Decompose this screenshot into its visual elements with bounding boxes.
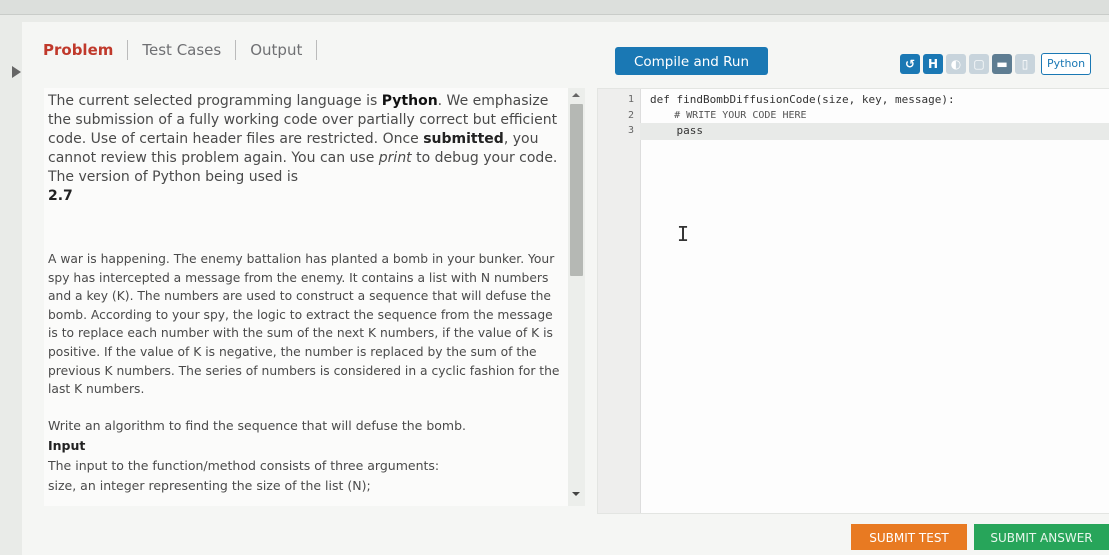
problem-tabs: Problem Test Cases Output (43, 40, 318, 60)
problem-description: A war is happening. The enemy battalion … (48, 252, 560, 397)
instructions-text: The current selected programming languag… (48, 92, 564, 206)
intro-text-1: The current selected programming languag… (48, 93, 382, 109)
intro-submitted: submitted (423, 131, 504, 147)
input-heading: Input (48, 437, 564, 455)
code-editor[interactable]: 1 2 3 def findBombDiffusionCode(size, ke… (597, 88, 1109, 514)
language-select[interactable]: Python (1041, 53, 1092, 75)
intro-print: print (378, 150, 412, 166)
tab-problem[interactable]: Problem (43, 40, 129, 60)
code-line[interactable]: # WRITE YOUR CODE HERE (650, 110, 806, 121)
tab-test-cases[interactable]: Test Cases (128, 40, 237, 60)
editor-toolbar: ↺ H ◐ ▢ ▬ ▯ Python (900, 53, 1092, 75)
layout-side-icon[interactable]: ▯ (1015, 54, 1035, 74)
compile-and-run-button[interactable]: Compile and Run (615, 47, 768, 75)
submit-test-button[interactable]: SUBMIT TEST (851, 524, 967, 550)
active-line-highlight (640, 123, 1109, 140)
scroll-up-icon[interactable] (572, 93, 580, 97)
problem-scrollbar-thumb[interactable] (570, 104, 583, 276)
submit-answer-button[interactable]: SUBMIT ANSWER (974, 524, 1109, 550)
intro-language: Python (381, 93, 438, 109)
theme-icon[interactable]: ◐ (946, 54, 966, 74)
reset-icon[interactable]: ↺ (900, 54, 920, 74)
input-argument-size: size, an integer representing the size o… (48, 477, 371, 493)
layout-split-icon[interactable]: ▢ (969, 54, 989, 74)
line-number: 2 (627, 110, 634, 121)
layout-full-icon[interactable]: ▬ (992, 54, 1012, 74)
text-cursor-icon: I (677, 222, 690, 246)
code-line[interactable]: def findBombDiffusionCode(size, key, mes… (650, 93, 955, 106)
line-number: 1 (627, 94, 634, 105)
scroll-down-icon[interactable] (572, 492, 580, 496)
code-line[interactable]: pass (650, 124, 703, 137)
tab-output[interactable]: Output (236, 40, 318, 60)
line-number-gutter (598, 89, 641, 513)
task-text: Write an algorithm to find the sequence … (48, 417, 467, 433)
python-version: 2.7 (48, 188, 73, 204)
expand-sidebar-icon[interactable] (12, 66, 21, 78)
problem-statement-pane: The current selected programming languag… (44, 88, 568, 506)
save-icon[interactable]: H (923, 54, 943, 74)
input-heading-label: Input (48, 437, 86, 453)
window-top-bar (0, 0, 1109, 15)
input-description: The input to the function/method consist… (48, 457, 440, 473)
line-number: 3 (627, 125, 634, 136)
